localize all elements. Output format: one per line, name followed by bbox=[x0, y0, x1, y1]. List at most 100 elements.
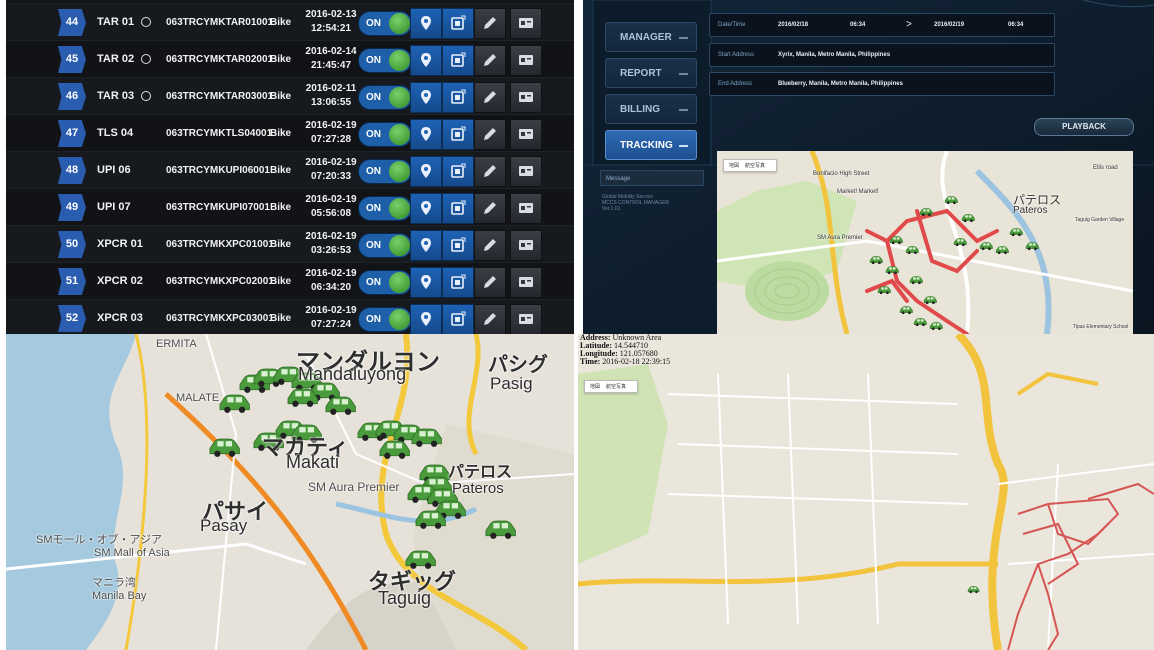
location-pin-button[interactable] bbox=[410, 230, 442, 261]
from-time[interactable]: 06:34 bbox=[850, 14, 865, 36]
location-pin-button[interactable] bbox=[410, 82, 442, 113]
device-button[interactable] bbox=[442, 267, 474, 298]
radio-circle-icon[interactable] bbox=[141, 54, 152, 65]
map-type-satellite[interactable]: 航空写真 bbox=[606, 384, 626, 390]
end-address-field[interactable]: End Address Blueberry, Manila, Metro Man… bbox=[709, 72, 1055, 96]
card-button[interactable] bbox=[510, 230, 542, 261]
card-button[interactable] bbox=[510, 82, 542, 113]
row-index-badge: 47 bbox=[58, 120, 86, 147]
card-button[interactable] bbox=[510, 8, 542, 39]
edit-pencil-button[interactable] bbox=[474, 82, 506, 113]
start-address-value[interactable]: Xyrix, Manila, Metro Manila, Philippines bbox=[778, 44, 890, 66]
table-row[interactable]: 49 UPI 07 063TRCYMKUPI07001 Bike 2016-02-19 0… bbox=[6, 188, 574, 226]
end-address-label: End Address bbox=[718, 81, 753, 87]
to-time[interactable]: 06:34 bbox=[1008, 14, 1023, 36]
nav-billing-button[interactable]: BILLING bbox=[605, 94, 697, 124]
device-button[interactable] bbox=[442, 82, 474, 113]
location-pin-button[interactable] bbox=[410, 119, 442, 150]
location-pin-button[interactable] bbox=[410, 156, 442, 187]
device-button[interactable] bbox=[442, 156, 474, 187]
status-toggle[interactable]: ON bbox=[358, 270, 412, 295]
start-address-field[interactable]: Start Address Xyrix, Manila, Metro Manil… bbox=[709, 43, 1055, 67]
radio-circle-icon[interactable] bbox=[141, 91, 152, 102]
last-update: 2016-02-19 07:27:24 bbox=[305, 305, 357, 330]
map-label: Market! Market! bbox=[837, 189, 879, 195]
fleet-map[interactable]: ERMITA マンダルヨン Mandaluyong パシグ Pasig MALATE マカテ… bbox=[6, 334, 574, 650]
nav-report-button[interactable]: REPORT bbox=[605, 58, 697, 88]
map-type-satellite[interactable]: 航空写真 bbox=[745, 163, 765, 169]
map-type-map[interactable]: 地図 bbox=[590, 384, 600, 390]
row-index-badge: 46 bbox=[58, 83, 86, 110]
map-label: Pateros bbox=[1013, 205, 1048, 216]
status-toggle[interactable]: ON bbox=[358, 159, 412, 184]
vehicle-code: TAR 03 bbox=[97, 78, 167, 115]
status-toggle[interactable]: ON bbox=[358, 196, 412, 221]
location-detail-map[interactable]: Address: Unknown Area Latitude: 14.54471… bbox=[578, 334, 1154, 650]
location-pin-button[interactable] bbox=[410, 45, 442, 76]
card-button[interactable] bbox=[510, 304, 542, 334]
edit-pencil-button[interactable] bbox=[474, 304, 506, 334]
edit-pencil-button[interactable] bbox=[474, 156, 506, 187]
time-value: 2016-02-18 22:39:15 bbox=[602, 357, 671, 366]
to-date[interactable]: 2016/02/19 bbox=[934, 14, 964, 36]
table-row[interactable]: 51 XPCR 02 063TRCYMKXPC02001 Bike 2016-02-19… bbox=[6, 262, 574, 300]
card-button[interactable] bbox=[510, 45, 542, 76]
datetime-field[interactable]: Date/Time 2016/02/18 06:34 > 2016/02/19 … bbox=[709, 13, 1055, 37]
status-toggle[interactable]: ON bbox=[358, 122, 412, 147]
tracking-map[interactable]: 地図 航空写真 Bonifacio High Street Market! Mar… bbox=[717, 151, 1133, 334]
edit-pencil-button[interactable] bbox=[474, 230, 506, 261]
card-button[interactable] bbox=[510, 193, 542, 224]
table-row[interactable]: 52 XPCR 03 063TRCYMKXPC03001 Bike 2016-02-19… bbox=[6, 299, 574, 334]
status-toggle[interactable]: ON bbox=[358, 233, 412, 258]
nav-manager-button[interactable]: MANAGER bbox=[605, 22, 697, 52]
device-button[interactable] bbox=[442, 230, 474, 261]
device-button[interactable] bbox=[442, 45, 474, 76]
nav-tracking-button[interactable]: TRACKING bbox=[605, 130, 697, 160]
edit-pencil-button[interactable] bbox=[474, 267, 506, 298]
edit-pencil-button[interactable] bbox=[474, 119, 506, 150]
device-button[interactable] bbox=[442, 193, 474, 224]
nav-report-label: REPORT bbox=[620, 68, 662, 79]
map-place-label: Mandaluyong bbox=[298, 364, 407, 384]
map-place-label: マニラ湾 bbox=[92, 577, 136, 589]
map-type-switcher[interactable]: 地図 航空写真 bbox=[723, 159, 778, 172]
edit-pencil-button[interactable] bbox=[474, 8, 506, 39]
row-index-badge: 44 bbox=[58, 9, 86, 36]
device-button[interactable] bbox=[442, 304, 474, 334]
status-toggle[interactable]: ON bbox=[358, 11, 412, 36]
location-pin-button[interactable] bbox=[410, 267, 442, 298]
status-toggle[interactable]: ON bbox=[358, 48, 412, 73]
status-toggle[interactable]: ON bbox=[358, 85, 412, 110]
vehicle-type: Bike bbox=[270, 239, 292, 250]
from-date[interactable]: 2016/02/18 bbox=[778, 14, 808, 36]
location-pin-button[interactable] bbox=[410, 304, 442, 334]
table-row[interactable]: 46 TAR 03 063TRCYMKTAR03001 Bike 2016-02-11… bbox=[6, 77, 574, 115]
location-pin-button[interactable] bbox=[410, 8, 442, 39]
status-toggle[interactable]: ON bbox=[358, 307, 412, 332]
card-button[interactable] bbox=[510, 267, 542, 298]
table-row[interactable]: 47 TLS 04 063TRCYMKTLS04001 Bike 2016-02-19 0… bbox=[6, 114, 574, 152]
minus-icon bbox=[679, 37, 688, 39]
edit-pencil-button[interactable] bbox=[474, 193, 506, 224]
last-update: 2016-02-19 03:26:53 bbox=[305, 231, 357, 256]
location-pin-button[interactable] bbox=[410, 193, 442, 224]
vehicle-code: XPCR 02 bbox=[97, 275, 143, 287]
card-button[interactable] bbox=[510, 119, 542, 150]
map-place-label: Pasay bbox=[200, 516, 248, 535]
edit-pencil-button[interactable] bbox=[474, 45, 506, 76]
last-update: 2016-02-19 07:20:33 bbox=[305, 157, 357, 182]
device-button[interactable] bbox=[442, 119, 474, 150]
card-button[interactable] bbox=[510, 156, 542, 187]
detail-map-type-switcher[interactable]: 地図 航空写真 bbox=[584, 380, 639, 393]
last-update: 2016-02-19 05:56:08 bbox=[305, 194, 357, 219]
radio-circle-icon[interactable] bbox=[141, 17, 152, 28]
device-button[interactable] bbox=[442, 8, 474, 39]
map-type-map[interactable]: 地図 bbox=[729, 163, 739, 169]
map-place-label: SM Mall of Asia bbox=[94, 547, 170, 559]
table-row[interactable]: 45 TAR 02 063TRCYMKTAR02001 Bike 2016-02-14… bbox=[6, 40, 574, 78]
playback-button[interactable]: PLAYBACK bbox=[1034, 118, 1134, 136]
table-row[interactable]: 48 UPI 06 063TRCYMKUPI06001 Bike 2016-02-19 0… bbox=[6, 151, 574, 189]
table-row[interactable]: 50 XPCR 01 063TRCYMKXPC01001 Bike 2016-02-19… bbox=[6, 225, 574, 263]
end-address-value[interactable]: Blueberry, Manila, Metro Manila, Philipp… bbox=[778, 73, 903, 95]
table-row[interactable]: 44 TAR 01 063TRCYMKTAR01001 Bike 2016-02-13… bbox=[6, 3, 574, 41]
